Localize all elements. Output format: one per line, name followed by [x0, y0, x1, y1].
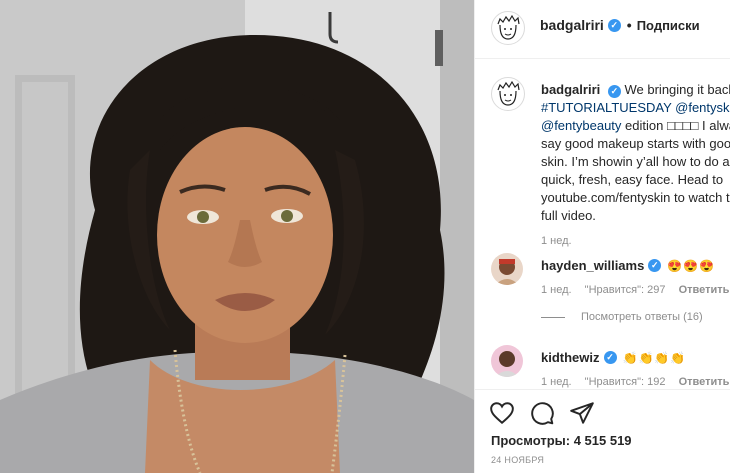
- views-count[interactable]: Просмотры: 4 515 519: [491, 433, 632, 448]
- caption-text-1: We bringing it back: [624, 82, 730, 97]
- caption-url: youtube.com/fentyskin: [541, 190, 671, 205]
- separator-dot: •: [626, 17, 632, 33]
- action-icons: [489, 400, 609, 426]
- doodle-face-icon: [497, 14, 520, 40]
- heart-icon[interactable]: [489, 400, 515, 426]
- comment-icon[interactable]: [529, 400, 555, 426]
- comment-meta: 1 нед. "Нравится": 192 Ответить: [541, 376, 730, 388]
- hashtag-link[interactable]: #TUTORIALTUESDAY: [541, 100, 672, 115]
- comment-meta: 1 нед. "Нравится": 297 Ответить: [541, 284, 730, 296]
- verified-icon: ✓: [648, 259, 662, 272]
- view-replies-button[interactable]: Посмотреть ответы (16): [541, 311, 703, 323]
- following-button[interactable]: Подписки: [637, 18, 700, 33]
- comment-likes[interactable]: "Нравится": 192: [585, 376, 666, 388]
- comment-text: 😍😍😍: [667, 258, 716, 273]
- caption-username[interactable]: badgalriri: [541, 82, 600, 97]
- comment-line: kidthewiz ✓ 👏👏👏👏: [541, 350, 686, 365]
- mention-link-fentyskin[interactable]: @fentyskin: [675, 100, 730, 115]
- profile-photo-icon: [491, 345, 523, 377]
- comment-text: 👏👏👏👏: [622, 350, 687, 365]
- share-icon[interactable]: [569, 400, 595, 426]
- post-header: badgalriri ✓ • Подписки: [475, 0, 730, 59]
- post-actions: Просмотры: 4 515 519 24 НОЯБРЯ: [475, 389, 730, 473]
- doodle-face-icon: [497, 80, 520, 106]
- post-media[interactable]: [0, 0, 474, 473]
- header-username[interactable]: badgalriri: [540, 17, 604, 33]
- comment-line: hayden_williams ✓ 😍😍😍: [541, 258, 715, 273]
- reply-button[interactable]: Ответить: [679, 284, 730, 296]
- caption-age: 1 нед.: [541, 235, 572, 247]
- view-replies-label: Посмотреть ответы (16): [581, 311, 703, 323]
- comment-item: kidthewiz ✓ 👏👏👏👏 1 нед. "Нравится": 192 …: [475, 345, 730, 389]
- avatar[interactable]: [491, 11, 525, 45]
- caption-text: badgalriri ✓ We bringing it back #TUTORI…: [541, 81, 730, 225]
- comment-avatar[interactable]: [491, 345, 523, 377]
- comment-age: 1 нед.: [541, 284, 572, 296]
- comment-avatar[interactable]: [491, 253, 523, 285]
- post-date: 24 НОЯБРЯ: [491, 455, 545, 465]
- profile-photo-icon: [491, 253, 523, 285]
- verified-icon: ✓: [603, 351, 617, 364]
- verified-icon: ✓: [607, 18, 621, 32]
- header-user-line: badgalriri ✓ • Подписки: [540, 17, 700, 33]
- verified-icon: ✓: [607, 85, 621, 98]
- comment-username[interactable]: hayden_williams: [541, 258, 644, 273]
- mention-link-fentybeauty[interactable]: @fentybeauty: [541, 118, 621, 133]
- replies-divider: [541, 316, 565, 318]
- reply-button[interactable]: Ответить: [679, 376, 730, 388]
- comments-list[interactable]: badgalriri ✓ We bringing it back #TUTORI…: [475, 59, 730, 389]
- comment-likes[interactable]: "Нравится": 297: [585, 284, 666, 296]
- post-side-panel: badgalriri ✓ • Подписки badgalriri ✓ We …: [474, 0, 730, 473]
- video-frame: [0, 0, 474, 473]
- caption-avatar[interactable]: [491, 77, 525, 111]
- comment-age: 1 нед.: [541, 376, 572, 388]
- comment-username[interactable]: kidthewiz: [541, 350, 600, 365]
